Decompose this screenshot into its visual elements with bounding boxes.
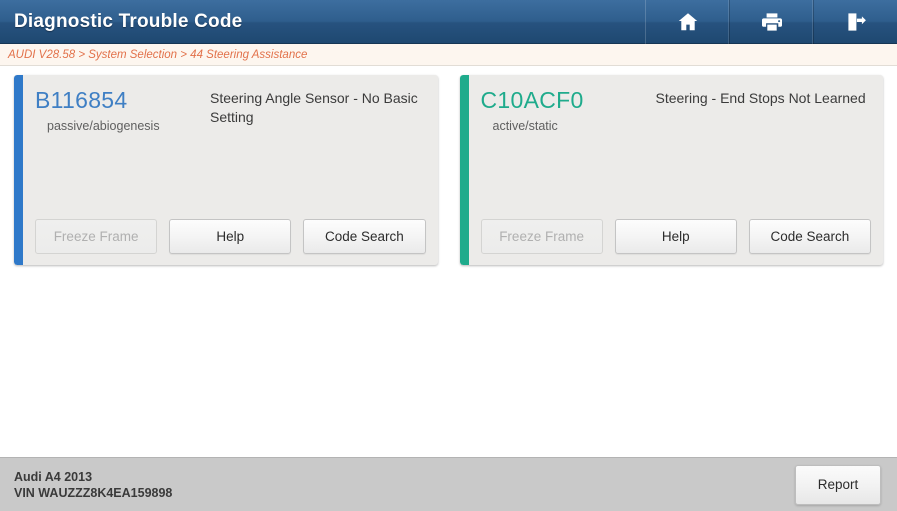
- report-button[interactable]: Report: [795, 464, 881, 505]
- dtc-code-column: B116854 passive/abiogenesis: [35, 87, 210, 219]
- dtc-card[interactable]: B116854 passive/abiogenesis Steering Ang…: [14, 75, 438, 265]
- dtc-card-actions: Freeze Frame Help Code Search: [469, 219, 884, 265]
- dtc-card-header: B116854 passive/abiogenesis Steering Ang…: [23, 75, 438, 219]
- dtc-card-body: B116854 passive/abiogenesis Steering Ang…: [23, 75, 438, 265]
- breadcrumb[interactable]: AUDI V28.58 > System Selection > 44 Stee…: [0, 49, 307, 61]
- dtc-code: B116854: [35, 87, 128, 113]
- freeze-frame-button: Freeze Frame: [35, 219, 158, 254]
- title-bar-actions: [645, 0, 897, 44]
- dtc-code: C10ACF0: [480, 87, 584, 113]
- breadcrumb-bar: AUDI V28.58 > System Selection > 44 Stee…: [0, 44, 897, 66]
- code-search-button[interactable]: Code Search: [303, 219, 426, 254]
- help-button[interactable]: Help: [614, 219, 737, 254]
- dtc-card-actions: Freeze Frame Help Code Search: [23, 219, 438, 265]
- diagnostic-trouble-code-screen: Diagnostic Trouble Code AUDI V28.58 > Sy…: [0, 0, 897, 511]
- freeze-frame-button: Freeze Frame: [480, 219, 603, 254]
- dtc-card-body: C10ACF0 active/static Steering - End Sto…: [469, 75, 884, 265]
- dtc-status: active/static: [492, 119, 558, 133]
- vehicle-vin: VIN WAUZZZ8K4EA159898: [14, 485, 173, 500]
- dtc-card-list: B116854 passive/abiogenesis Steering Ang…: [0, 75, 897, 265]
- vehicle-name: Audi A4 2013: [14, 469, 93, 484]
- home-button[interactable]: [646, 0, 730, 44]
- severity-accent-bar: [459, 75, 469, 265]
- title-bar: Diagnostic Trouble Code: [0, 0, 897, 44]
- exit-icon: [844, 10, 868, 34]
- print-button[interactable]: [730, 0, 814, 44]
- dtc-card[interactable]: C10ACF0 active/static Steering - End Sto…: [459, 75, 884, 265]
- print-icon: [760, 10, 784, 34]
- vehicle-info: Audi A4 2013 VIN WAUZZZ8K4EA159898: [14, 469, 172, 501]
- severity-accent-bar: [14, 75, 23, 265]
- dtc-card-header: C10ACF0 active/static Steering - End Sto…: [469, 75, 884, 219]
- dtc-code-column: C10ACF0 active/static: [481, 87, 656, 219]
- exit-button[interactable]: [814, 0, 897, 44]
- page-title: Diagnostic Trouble Code: [14, 11, 243, 32]
- main-content: B116854 passive/abiogenesis Steering Ang…: [0, 66, 897, 457]
- home-icon: [676, 10, 700, 34]
- dtc-description: Steering - End Stops Not Learned: [655, 90, 866, 106]
- help-button[interactable]: Help: [169, 219, 292, 254]
- status-bar: Audi A4 2013 VIN WAUZZZ8K4EA159898 Repor…: [0, 457, 897, 511]
- code-search-button[interactable]: Code Search: [748, 219, 872, 254]
- dtc-status: passive/abiogenesis: [47, 119, 160, 133]
- dtc-description: Steering Angle Sensor - No Basic Setting: [210, 90, 418, 125]
